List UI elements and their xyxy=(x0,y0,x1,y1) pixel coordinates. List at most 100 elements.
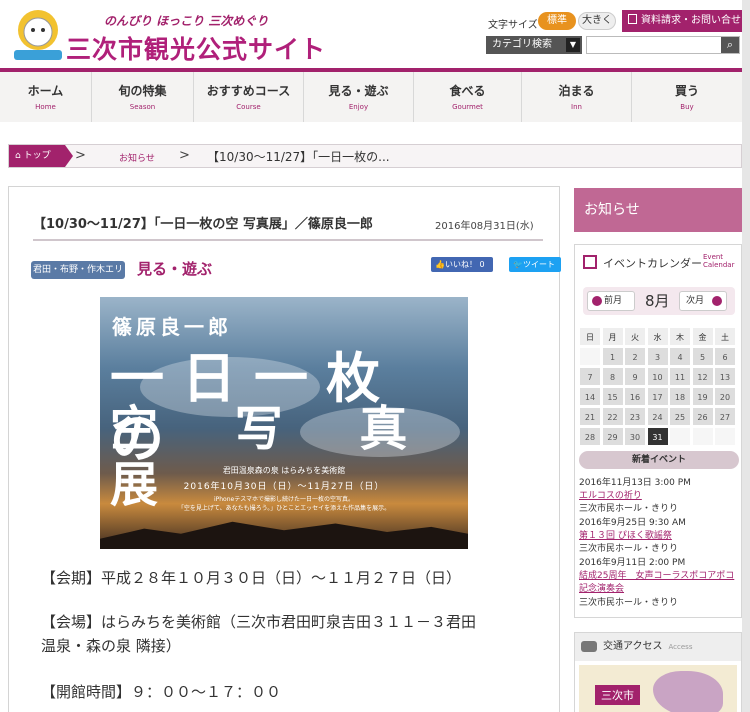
calendar-title-en-line: Calendar xyxy=(703,261,735,269)
nav-label: 食べる xyxy=(449,84,486,98)
calendar-day[interactable]: 4 xyxy=(669,347,691,366)
event-place: 三次市民ホール・きりり xyxy=(579,598,679,608)
calendar-day[interactable]: 23 xyxy=(624,407,646,426)
nav-item-season[interactable]: 旬の特集 Season xyxy=(92,72,194,122)
breadcrumb-home-link[interactable]: ⌂ トップ xyxy=(9,145,73,167)
calendar-day[interactable]: 5 xyxy=(691,347,714,366)
breadcrumb-separator: > xyxy=(179,148,190,163)
event-venue-line: 温泉・森の泉 隣接） xyxy=(41,637,181,655)
calendar-day[interactable]: 31 xyxy=(646,427,669,446)
breadcrumb-news-link[interactable]: お知らせ xyxy=(119,151,155,164)
access-map[interactable]: 三次市 xyxy=(579,665,737,712)
category-search-select[interactable]: カテゴリ検索 ▼ xyxy=(486,36,582,54)
calendar-day[interactable]: 7 xyxy=(579,367,601,386)
nav-label: 見る・遊ぶ xyxy=(328,84,389,98)
month-switcher: 前月 8月 次月 xyxy=(583,287,735,315)
tweet-label: ツイート xyxy=(522,260,555,269)
map-region-shape xyxy=(653,671,723,712)
calendar-day[interactable]: 30 xyxy=(624,427,646,446)
nav-sublabel: Home xyxy=(35,103,56,111)
twitter-bird-icon: 🐦 xyxy=(513,260,523,269)
font-size-standard-button[interactable]: 標準 xyxy=(538,12,576,30)
calendar-day[interactable]: 19 xyxy=(691,387,714,406)
prev-month-button[interactable]: 前月 xyxy=(587,291,635,311)
category-link[interactable]: 見る・遊ぶ xyxy=(137,258,212,279)
tweet-button[interactable]: 🐦ツイート xyxy=(509,257,561,272)
calendar-day[interactable]: 11 xyxy=(669,367,691,386)
search-input[interactable]: ⌕ xyxy=(586,36,740,54)
event-title-link[interactable]: エルコスの祈り xyxy=(579,490,642,503)
breadcrumb: ⌂ トップ > お知らせ > 【10/30～11/27】「一日一枚の... xyxy=(8,144,742,168)
nav-item-inn[interactable]: 泊まる Inn xyxy=(522,72,632,122)
calendar-day[interactable]: 20 xyxy=(714,387,736,406)
search-icon[interactable]: ⌕ xyxy=(721,37,739,53)
access-panel: 交通アクセス Access 三次市 xyxy=(574,632,742,712)
event-date: 2016年9月11日 2:00 PM xyxy=(579,558,686,568)
calendar-day[interactable]: 21 xyxy=(579,407,601,426)
calendar-day[interactable]: 6 xyxy=(714,347,736,366)
calendar-day[interactable]: 26 xyxy=(691,407,714,426)
car-icon xyxy=(581,641,597,652)
event-date: 2016年9月25日 9:30 AM xyxy=(579,518,686,528)
calendar-day[interactable]: 8 xyxy=(601,367,624,386)
breadcrumb-home-label: トップ xyxy=(23,151,51,161)
nav-label: 旬の特集 xyxy=(118,84,167,98)
event-place: 三次市民ホール・きりり xyxy=(579,544,679,554)
calendar-day[interactable]: 24 xyxy=(646,407,669,426)
calendar-day[interactable]: 15 xyxy=(601,387,624,406)
request-info-label: 資料請求・お問い合せ xyxy=(641,15,741,26)
event-title-link[interactable]: 結成25周年 女声コーラスポコアポコ記念演奏会 xyxy=(579,570,739,596)
event-place: 三次市民ホール・きりり xyxy=(579,504,679,514)
calendar-day[interactable]: 10 xyxy=(646,367,669,386)
document-icon xyxy=(628,14,637,24)
poster-artist-name: 篠原良一郎 xyxy=(112,315,232,339)
nav-item-home[interactable]: ホーム Home xyxy=(0,72,92,122)
site-title[interactable]: 三次市観光公式サイト xyxy=(66,30,326,66)
nav-label: おすすめコース xyxy=(206,84,291,98)
nav-label: 泊まる xyxy=(558,84,595,98)
nav-item-course[interactable]: おすすめコース Course xyxy=(194,72,304,122)
event-period: 【会期】平成２８年１０月３０日（日）～１１月２７日（日） xyxy=(41,569,462,587)
calendar-day[interactable]: 2 xyxy=(624,347,646,366)
access-heading[interactable]: 交通アクセス Access xyxy=(575,633,741,661)
calendar-day[interactable]: 1 xyxy=(601,347,624,366)
nav-sublabel: Buy xyxy=(680,103,694,111)
area-tag[interactable]: 君田・布野・作木エリア xyxy=(31,261,125,293)
calendar-icon xyxy=(583,255,597,269)
facebook-like-button[interactable]: 👍いいね！ 0 xyxy=(431,257,493,272)
poster-description: iPhoneテスマホで撮影し続けた一日一枚の空写真。 「空を見上げて、あなたも撮… xyxy=(100,495,468,513)
calendar-day[interactable]: 18 xyxy=(669,387,691,406)
news-heading[interactable]: お知らせ xyxy=(574,188,742,232)
article-title: 【10/30～11/27】「一日一枚の空 写真展」／篠原良一郎 xyxy=(33,217,373,232)
nav-label: 買う xyxy=(674,84,699,98)
article-panel: 【10/30～11/27】「一日一枚の空 写真展」／篠原良一郎 2016年08月… xyxy=(8,186,561,712)
calendar-day[interactable]: 28 xyxy=(579,427,601,446)
calendar-day[interactable]: 25 xyxy=(669,407,691,426)
calendar-day[interactable]: 3 xyxy=(646,347,669,366)
calendar-empty-cell xyxy=(669,427,691,446)
calendar-day[interactable]: 27 xyxy=(714,407,736,426)
calendar-day[interactable]: 12 xyxy=(691,367,714,386)
like-label: いいね！ 0 xyxy=(444,260,485,269)
calendar-day[interactable]: 9 xyxy=(624,367,646,386)
nav-item-gourmet[interactable]: 食べる Gourmet xyxy=(414,72,522,122)
scrollbar[interactable] xyxy=(742,0,750,712)
weekday-header: 金 xyxy=(691,327,714,346)
calendar-day[interactable]: 22 xyxy=(601,407,624,426)
nav-item-buy[interactable]: 買う Buy xyxy=(632,72,742,122)
event-title-link[interactable]: 第１３回 ぴほく歌謡祭 xyxy=(579,530,672,543)
mascot-logo-icon[interactable] xyxy=(8,6,68,62)
calendar-day[interactable]: 16 xyxy=(624,387,646,406)
current-month: 8月 xyxy=(645,292,670,310)
request-info-button[interactable]: 資料請求・お問い合せ xyxy=(622,10,742,32)
font-size-large-button[interactable]: 大きく xyxy=(578,12,616,30)
calendar-title-en-line: Event xyxy=(703,253,724,261)
calendar-day[interactable]: 29 xyxy=(601,427,624,446)
calendar-empty-cell xyxy=(714,427,736,446)
calendar-day[interactable]: 13 xyxy=(714,367,736,386)
calendar-day[interactable]: 14 xyxy=(579,387,601,406)
poster-mountain-silhouette xyxy=(100,521,468,549)
calendar-day[interactable]: 17 xyxy=(646,387,669,406)
nav-item-enjoy[interactable]: 見る・遊ぶ Enjoy xyxy=(304,72,414,122)
next-month-button[interactable]: 次月 xyxy=(679,291,727,311)
